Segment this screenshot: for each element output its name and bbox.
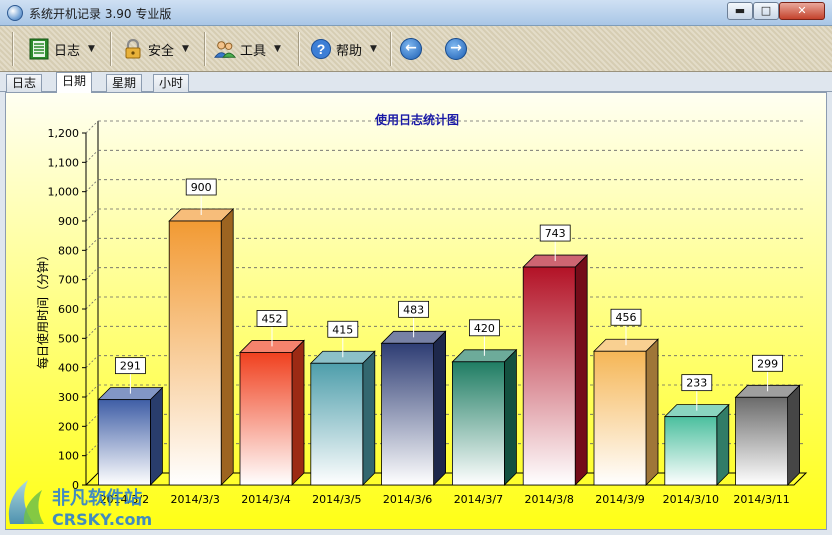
- bar: [381, 342, 435, 486]
- x-tick-label: 2014/3/4: [241, 493, 290, 506]
- svg-text:?: ?: [317, 41, 326, 57]
- svg-text:CRSKY.com: CRSKY.com: [52, 510, 152, 529]
- chevron-down-icon: ▼: [88, 44, 95, 54]
- bar: [310, 362, 364, 486]
- bar-side: [220, 208, 234, 486]
- bar: [593, 350, 647, 486]
- toolbar-separator: [12, 32, 14, 66]
- y-tick-label: 600: [58, 303, 79, 316]
- data-label: 452: [262, 312, 283, 325]
- bar: [239, 352, 293, 486]
- chevron-down-icon: ▼: [182, 44, 189, 54]
- toolbar-separator: [298, 32, 300, 66]
- title-bar: 系统开机记录 3.90 专业版 ▬ □ ✕: [0, 0, 832, 26]
- y-tick-label: 400: [58, 362, 79, 375]
- lock-icon: [122, 38, 144, 60]
- chart-title: 使用日志统计图: [374, 112, 459, 127]
- y-tick-label: 100: [58, 450, 79, 463]
- security-menu-label: 安全: [148, 43, 175, 59]
- svg-text:非凡软件站: 非凡软件站: [52, 487, 142, 509]
- bar-side: [504, 348, 517, 486]
- chevron-down-icon: ▼: [370, 44, 377, 54]
- toolbar-separator: [204, 32, 206, 66]
- bar-side: [787, 384, 800, 486]
- help-menu-button[interactable]: ? 帮助 ▼: [310, 35, 377, 63]
- x-tick-label: 2014/3/11: [733, 493, 789, 506]
- bar-side: [150, 386, 163, 486]
- y-tick-label: 900: [58, 215, 79, 228]
- chevron-down-icon: ▼: [274, 44, 281, 54]
- x-tick-label: 2014/3/7: [454, 493, 503, 506]
- tools-menu-button[interactable]: 工具 ▼: [214, 35, 281, 63]
- y-tick-label: 1,100: [48, 156, 80, 169]
- x-tick-label: 2014/3/5: [312, 493, 361, 506]
- y-tick-label: 1,200: [48, 127, 80, 140]
- x-tick-label: 2014/3/8: [524, 493, 573, 506]
- help-icon: ?: [310, 38, 332, 60]
- arrow-right-icon: →: [450, 40, 462, 56]
- tab-weekday[interactable]: 星期: [106, 74, 143, 92]
- data-label: 420: [474, 322, 495, 335]
- help-menu-label: 帮助: [336, 43, 363, 59]
- forward-button[interactable]: →: [445, 38, 467, 60]
- tab-bar: 日志 日期 星期 小时: [0, 72, 832, 93]
- bar-side: [716, 403, 730, 486]
- y-tick-label: 700: [58, 274, 79, 287]
- x-tick-label: 2014/3/9: [595, 493, 644, 506]
- app-icon: [7, 5, 23, 21]
- y-axis-label: 每日使用时间（分钟）: [35, 249, 50, 369]
- bar: [522, 266, 576, 486]
- tab-log[interactable]: 日志: [6, 74, 43, 92]
- arrow-left-icon: ←: [405, 40, 417, 56]
- log-menu-button[interactable]: 日志 ▼: [28, 35, 95, 63]
- maximize-button[interactable]: □: [753, 2, 779, 20]
- back-button[interactable]: ←: [400, 38, 422, 60]
- data-label: 291: [120, 360, 141, 373]
- tab-date[interactable]: 日期: [56, 72, 93, 93]
- log-book-icon: [28, 38, 50, 60]
- bar: [664, 416, 718, 486]
- x-tick-label: 2014/3/6: [383, 493, 432, 506]
- bar: [98, 399, 151, 486]
- chart-panel: 使用日志统计图 0 100 200 300 400 500 600 700 800 900 1,000…: [5, 92, 827, 530]
- bar-side: [645, 338, 659, 486]
- window-title: 系统开机记录 3.90 专业版: [29, 7, 172, 21]
- data-label: 233: [686, 377, 707, 390]
- log-menu-label: 日志: [54, 43, 81, 59]
- y-tick-label: 500: [58, 332, 79, 345]
- y-tick-label: 800: [58, 244, 79, 257]
- toolbar: 日志 ▼ 安全 ▼ 工具 ▼ ? 帮助 ▼ ← →: [0, 26, 832, 72]
- tab-hour[interactable]: 小时: [153, 74, 190, 92]
- bar: [735, 396, 788, 486]
- data-label: 743: [545, 227, 566, 240]
- y-tick-label: 1,000: [48, 186, 80, 199]
- x-tick-label: 2014/3/3: [170, 493, 219, 506]
- toolbar-separator: [390, 32, 392, 66]
- bar-side: [291, 339, 305, 486]
- users-icon: [214, 38, 236, 60]
- data-label: 483: [403, 303, 424, 316]
- data-label: 456: [616, 311, 637, 324]
- usage-bar-chart: 使用日志统计图01002003004005006007008009001,000…: [6, 93, 826, 529]
- crsky-watermark-logo: 非凡软件站 CRSKY.com: [8, 480, 152, 529]
- data-label: 415: [332, 323, 353, 336]
- y-tick-label: 200: [58, 420, 79, 433]
- tools-menu-label: 工具: [240, 43, 267, 59]
- bar: [451, 361, 505, 486]
- bar-side: [362, 350, 376, 486]
- minimize-button[interactable]: ▬: [727, 2, 753, 20]
- y-tick-label: 300: [58, 391, 79, 404]
- bar: [168, 220, 222, 486]
- bar-side: [574, 254, 588, 486]
- security-menu-button[interactable]: 安全 ▼: [122, 35, 189, 63]
- x-tick-label: 2014/3/10: [663, 493, 719, 506]
- bar-side: [433, 330, 446, 486]
- close-button[interactable]: ✕: [779, 2, 825, 20]
- data-label: 299: [757, 357, 778, 370]
- toolbar-separator: [110, 32, 112, 66]
- data-label: 900: [191, 181, 212, 194]
